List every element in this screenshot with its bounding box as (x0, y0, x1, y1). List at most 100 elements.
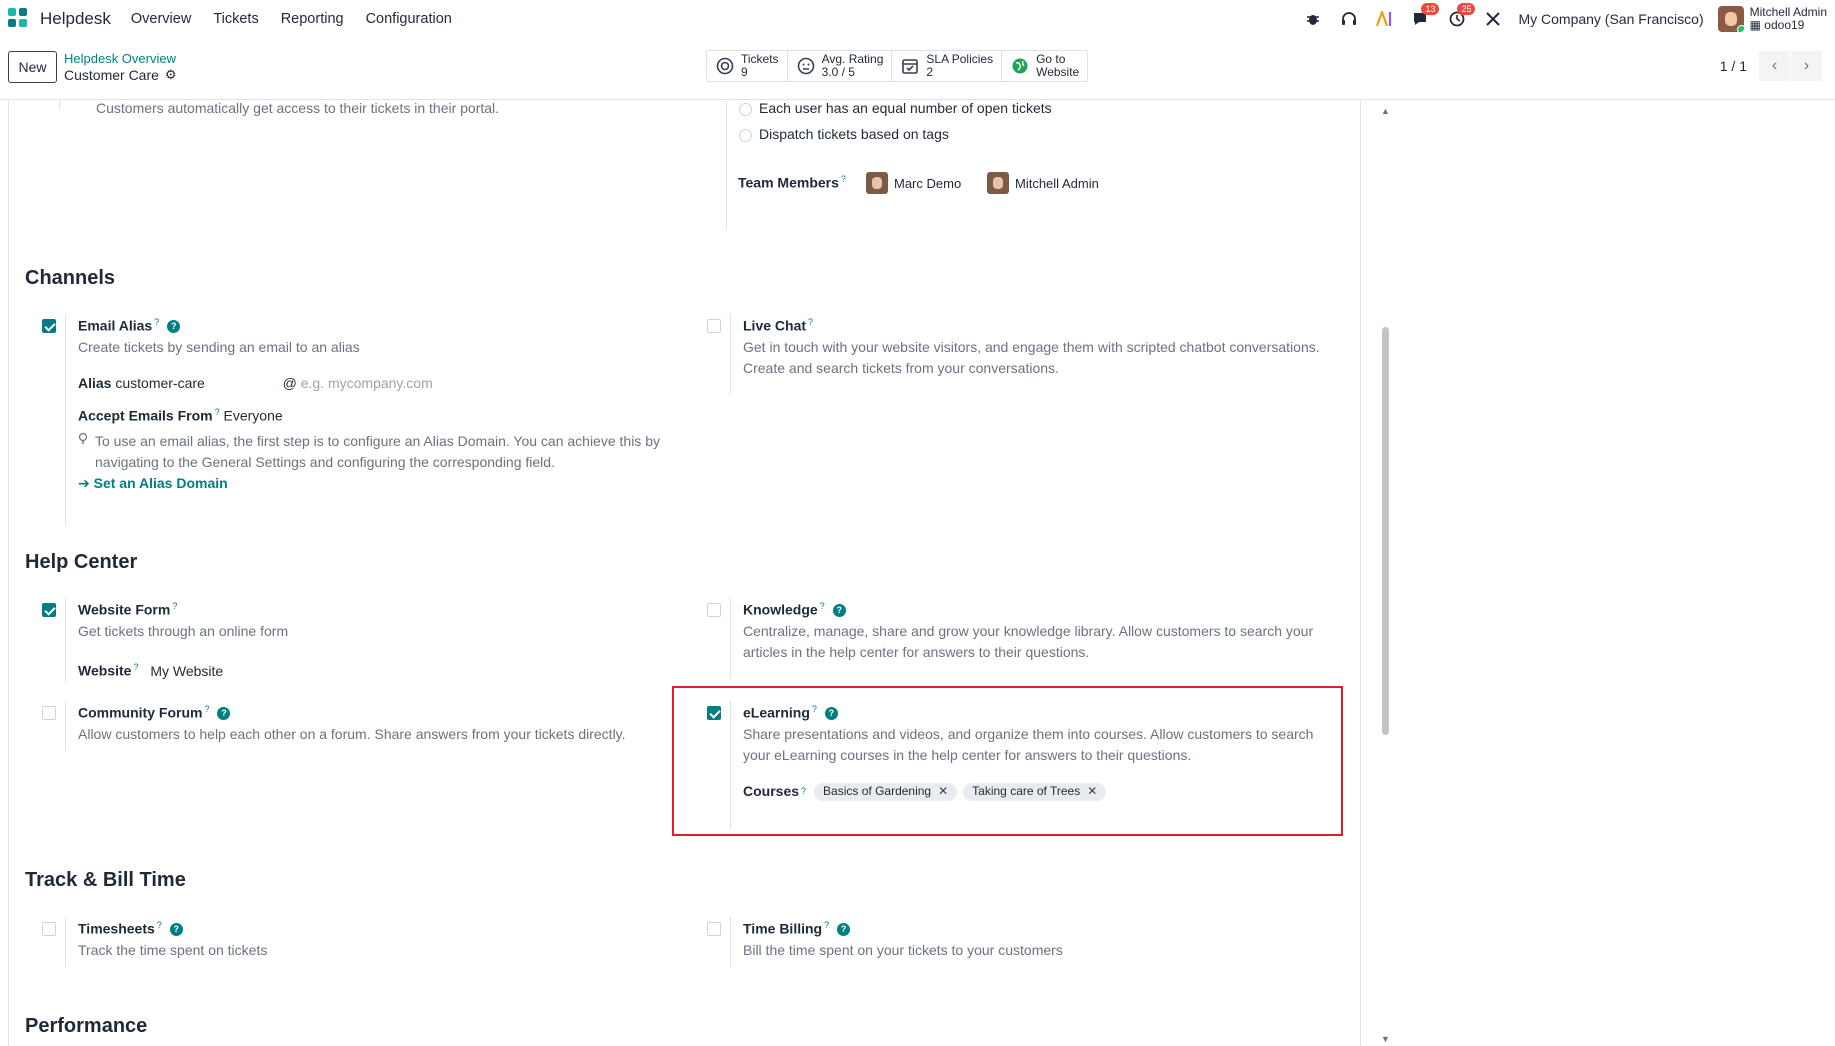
tools-icon[interactable] (1482, 8, 1504, 30)
breadcrumb-current-label: Customer Care (64, 67, 159, 83)
knowledge-label: Knowledge?? (743, 601, 846, 618)
tooltip-icon[interactable]: ? (204, 704, 209, 714)
set-alias-domain-link[interactable]: ➔ Set an Alias Domain (78, 473, 228, 494)
set-alias-domain-text[interactable]: Set an Alias Domain (94, 475, 228, 491)
breadcrumb-parent[interactable]: Helpdesk Overview (64, 51, 177, 67)
section-help-center-title: Help Center (25, 551, 138, 573)
chat-icon[interactable]: 13 (1410, 3, 1440, 30)
app-name[interactable]: Helpdesk (40, 9, 111, 29)
company-switcher[interactable]: My Company (San Francisco) (1518, 11, 1703, 27)
scroll-thumb[interactable] (1382, 327, 1389, 735)
live-chat-checkbox[interactable] (707, 319, 721, 333)
app-brand[interactable]: Helpdesk (8, 8, 111, 30)
member-name: Marc Demo (894, 175, 962, 191)
tooltip-icon[interactable]: ? (133, 662, 138, 672)
helpdesk-logo-icon (8, 8, 30, 30)
tooltip-icon[interactable]: ? (841, 174, 846, 184)
radio-equal-tickets[interactable] (739, 103, 752, 116)
bug-icon[interactable] (1302, 8, 1324, 30)
member-mitchell-admin[interactable]: Mitchell Admin (987, 172, 1099, 194)
knowledge-checkbox[interactable] (707, 603, 721, 617)
gear-icon[interactable]: ⚙ (165, 67, 177, 83)
clock-icon[interactable]: 25 (1446, 3, 1476, 30)
timesheets-text: Timesheets (78, 920, 155, 937)
radio-dispatch-tags[interactable] (739, 129, 752, 142)
tooltip-icon[interactable]: ? (154, 317, 159, 327)
radio-tags-label[interactable]: Dispatch tickets based on tags (759, 124, 949, 145)
scroll-up-arrow-icon[interactable]: ▲ (1381, 106, 1390, 116)
user-avatar (1717, 6, 1744, 32)
tooltip-icon[interactable]: ? (808, 317, 813, 327)
help-icon[interactable]: ? (837, 923, 851, 937)
website-form-text: Website Form (78, 601, 171, 618)
community-forum-checkbox[interactable] (42, 706, 56, 720)
email-alias-desc: Create tickets by sending an email to an… (78, 339, 360, 355)
time-billing-label: Time Billing?? (743, 920, 851, 937)
tickets-stat-button[interactable]: Tickets 9 (707, 51, 788, 81)
tooltip-icon[interactable]: ? (820, 601, 825, 611)
messages-badge: 13 (1421, 3, 1440, 15)
alias-input[interactable]: customer-care (115, 375, 204, 391)
alias-label: Alias (78, 375, 112, 391)
rating-stat-button[interactable]: Avg. Rating 3.0 / 5 (788, 51, 893, 81)
ai-icon[interactable] (1374, 8, 1396, 30)
tooltip-icon[interactable]: ? (824, 920, 829, 930)
lifebuoy-icon (715, 56, 735, 76)
sla-stat-button[interactable]: SLA Policies 2 (892, 51, 1003, 81)
section-performance-title: Performance (25, 1015, 148, 1037)
member-name: Mitchell Admin (1015, 175, 1099, 191)
alias-domain-input[interactable]: e.g. mycompany.com (301, 375, 433, 391)
avatar (866, 172, 888, 194)
email-alias-text: Email Alias (78, 317, 153, 334)
community-forum-desc: Allow customers to help each other on a … (78, 726, 626, 742)
new-button[interactable]: New (8, 51, 57, 83)
website-form-checkbox[interactable] (42, 603, 56, 617)
tooltip-icon[interactable]: ? (215, 407, 220, 417)
tooltip-icon[interactable]: ? (172, 601, 177, 611)
website-field-label: Website (78, 662, 132, 679)
website-value: Website (1036, 65, 1080, 79)
user-menu[interactable]: Mitchell Admin ▦ odoo19 (1717, 6, 1827, 32)
sla-label: SLA Policies (926, 52, 994, 66)
help-icon[interactable]: ? (169, 923, 183, 937)
timesheets-checkbox[interactable] (42, 922, 56, 936)
time-billing-desc: Bill the time spent on your tickets to y… (743, 942, 1063, 958)
help-icon[interactable]: ? (832, 604, 846, 618)
menu-tickets[interactable]: Tickets (213, 11, 258, 27)
time-billing-checkbox[interactable] (707, 922, 721, 936)
accept-emails-select[interactable]: Everyone (224, 408, 283, 424)
activities-badge: 25 (1457, 3, 1476, 15)
sla-value: 2 (926, 65, 934, 79)
assignment-divider (726, 101, 727, 228)
radio-equal-label[interactable]: Each user has an equal number of open ti… (759, 101, 1052, 119)
headset-icon[interactable] (1338, 8, 1360, 30)
scroll-down-arrow-icon[interactable]: ▼ (1381, 1034, 1390, 1044)
elearning-highlight-box (672, 686, 1343, 836)
pager-value[interactable]: 1 / 1 (1720, 58, 1747, 74)
breadcrumb-current: Customer Care ⚙ (64, 67, 177, 83)
pager: 1 / 1 ‹ › (1720, 51, 1823, 81)
website-select[interactable]: My Website (150, 663, 223, 679)
website-field: Website? My Website (78, 657, 223, 682)
database-name: ▦ odoo19 (1749, 18, 1805, 32)
help-icon[interactable]: ? (167, 320, 181, 334)
help-icon[interactable]: ? (217, 707, 231, 721)
tooltip-icon[interactable]: ? (157, 920, 162, 930)
member-marc-demo[interactable]: Marc Demo (866, 172, 961, 194)
website-stat-button[interactable]: Go to Website (1002, 51, 1087, 81)
breadcrumb: Helpdesk Overview Customer Care ⚙ (64, 51, 177, 83)
pager-next-button[interactable]: › (1791, 51, 1823, 81)
portal-access-desc: Customers automatically get access to th… (96, 101, 500, 116)
alias-field: Alias customer-care @ e.g. mycompany.com (78, 373, 433, 394)
smiley-icon (796, 56, 816, 76)
community-forum-label: Community Forum?? (78, 704, 231, 721)
menu-configuration[interactable]: Configuration (366, 11, 452, 27)
timesheets-desc: Track the time spent on tickets (78, 942, 268, 958)
email-alias-checkbox[interactable] (42, 319, 56, 333)
settings-scrollbar[interactable]: ▲ ▼ (1380, 101, 1390, 1046)
tickets-value: 9 (741, 65, 748, 79)
pager-previous-button[interactable]: ‹ (1759, 51, 1791, 81)
menu-reporting[interactable]: Reporting (281, 11, 344, 27)
at-sign: @ (282, 375, 297, 391)
menu-overview[interactable]: Overview (131, 11, 191, 27)
